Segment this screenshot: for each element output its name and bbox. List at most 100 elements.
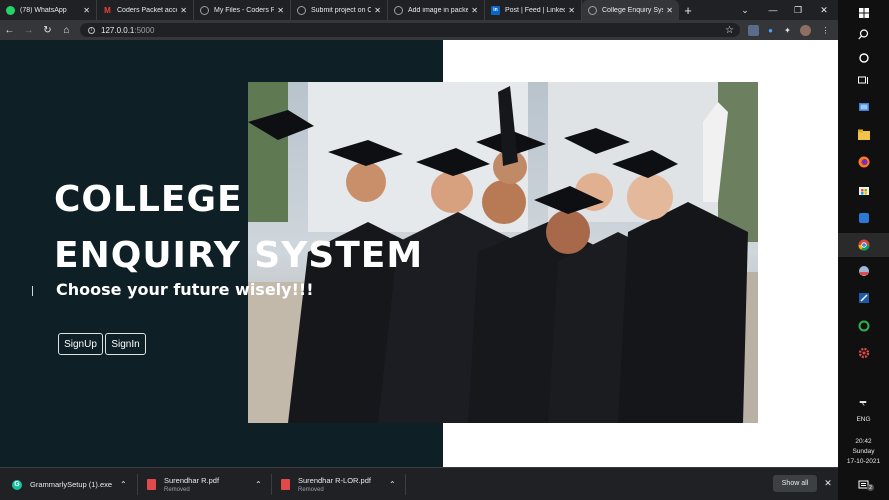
tab-submit-project[interactable]: Submit project on C ✕ — [291, 0, 388, 20]
downloads-bar: G GrammarlySetup (1).exe ⌃ Surendhar R.p… — [0, 467, 838, 500]
download-info: Surendhar R-LOR.pdf Removed — [298, 476, 371, 493]
show-all-button[interactable]: Show all — [773, 475, 817, 492]
linkedin-icon: in — [491, 5, 500, 15]
app-icon[interactable] — [838, 206, 889, 230]
clock-day[interactable]: Sunday — [838, 448, 889, 455]
url-text: 127.0.0.1:5000 — [101, 26, 154, 35]
language-indicator[interactable]: ENG — [838, 416, 889, 423]
extension-icon[interactable] — [748, 25, 759, 36]
close-window-button[interactable]: ✕ — [810, 0, 838, 20]
reload-button[interactable]: ↻ — [38, 20, 57, 40]
download-status: Removed — [164, 487, 190, 493]
url-host: 127.0.0.1 — [101, 25, 135, 35]
download-name: GrammarlySetup (1).exe — [30, 480, 113, 489]
profile-avatar[interactable] — [800, 25, 811, 36]
download-item[interactable]: G GrammarlySetup (1).exe ⌃ — [12, 468, 134, 500]
tab-title: Coders Packet acco — [117, 6, 178, 14]
signup-button[interactable]: SignUp — [58, 333, 103, 355]
close-tab-icon[interactable]: ✕ — [568, 6, 575, 15]
close-tab-icon[interactable]: ✕ — [83, 6, 90, 15]
home-button[interactable]: ⌂ — [57, 20, 76, 40]
hero-title-line-2: ENQUIRY SYSTEM — [54, 235, 424, 276]
divider — [271, 474, 272, 495]
download-info: Surendhar R.pdf Removed — [164, 476, 219, 493]
app-icon[interactable] — [838, 259, 889, 283]
hero-subtitle: Choose your future wisely!!! — [56, 280, 314, 299]
chevron-up-icon[interactable]: ⌃ — [389, 480, 396, 489]
forward-button[interactable]: → — [19, 20, 38, 40]
signin-button[interactable]: SignIn — [105, 333, 146, 355]
globe-icon — [297, 5, 306, 15]
grammarly-icon: G — [12, 479, 22, 490]
minimize-button[interactable]: — — [759, 0, 787, 20]
close-downloads-button[interactable]: ✕ — [822, 476, 834, 491]
file-manager-icon[interactable] — [838, 95, 889, 119]
tab-linkedin[interactable]: in Post | Feed | Linked ✕ — [485, 0, 582, 20]
browser-menu-icon[interactable]: ⋮ — [820, 25, 831, 36]
site-info-icon[interactable]: i — [88, 26, 95, 34]
tab-college-enquiry[interactable]: College Enquiry Sys ✕ — [582, 0, 679, 20]
address-bar[interactable]: i 127.0.0.1:5000 ☆ — [80, 23, 740, 37]
firefox-icon[interactable] — [838, 150, 889, 174]
close-tab-icon[interactable]: ✕ — [471, 6, 478, 15]
app-icon[interactable] — [838, 314, 889, 338]
notification-count: 2 — [867, 484, 874, 491]
settings-icon[interactable] — [838, 341, 889, 365]
close-tab-icon[interactable]: ✕ — [374, 6, 381, 15]
divider — [137, 474, 138, 495]
cortana-icon[interactable] — [838, 46, 889, 70]
toolbar: ← → ↻ ⌂ i 127.0.0.1:5000 ☆ — [0, 20, 838, 40]
app-icon[interactable] — [838, 286, 889, 310]
whatsapp-icon — [6, 5, 15, 15]
notification-center-icon[interactable]: 2 — [838, 474, 889, 498]
tab-title: My Files - Coders P — [214, 6, 275, 14]
globe-icon — [200, 5, 209, 15]
chevron-up-icon[interactable]: ⌃ — [120, 480, 127, 489]
tab-title: Add image in packe — [408, 6, 469, 14]
tab-add-image[interactable]: Add image in packe ✕ — [388, 0, 485, 20]
close-tab-icon[interactable]: ✕ — [277, 6, 284, 15]
tab-gmail[interactable]: M Coders Packet acco ✕ — [97, 0, 194, 20]
tab-strip: (78) WhatsApp ✕ M Coders Packet acco ✕ M… — [0, 0, 838, 20]
new-tab-button[interactable]: + — [679, 0, 697, 20]
close-tab-icon[interactable]: ✕ — [180, 6, 187, 15]
download-name: Surendhar R.pdf — [164, 476, 220, 485]
url-port: :5000 — [134, 25, 155, 35]
download-info: GrammarlySetup (1).exe — [30, 480, 112, 489]
download-status: Removed — [298, 487, 324, 493]
restore-button[interactable]: ❐ — [784, 0, 812, 20]
gmail-icon: M — [104, 5, 111, 15]
globe-icon — [588, 5, 597, 15]
back-button[interactable]: ← — [0, 20, 19, 40]
pdf-icon — [147, 479, 156, 490]
download-item[interactable]: Surendhar R.pdf Removed ⌃ — [147, 468, 267, 500]
divider — [405, 474, 406, 495]
screen: (78) WhatsApp ✕ M Coders Packet acco ✕ M… — [0, 0, 889, 500]
tab-title: (78) WhatsApp — [20, 6, 67, 14]
hero-title-line-1: COLLEGE — [54, 179, 243, 220]
tab-whatsapp[interactable]: (78) WhatsApp ✕ — [0, 0, 97, 20]
chevron-up-icon[interactable]: ⌃ — [255, 480, 262, 489]
clock-time[interactable]: 20:42 — [838, 438, 889, 445]
folder-icon[interactable] — [838, 122, 889, 146]
pdf-icon — [281, 479, 290, 490]
network-icon[interactable]: ▬ — [848, 398, 878, 405]
chrome-icon[interactable] — [838, 233, 889, 257]
close-tab-icon[interactable]: ✕ — [666, 6, 673, 15]
tab-title: Submit project on C — [311, 6, 372, 14]
store-icon[interactable] — [838, 178, 889, 202]
hero-title: COLLEGE ENQUIRY SYSTEM — [54, 172, 484, 284]
tab-my-files[interactable]: My Files - Coders P ✕ — [194, 0, 291, 20]
search-icon[interactable] — [838, 22, 889, 46]
clock-date[interactable]: 17-10-2021 — [838, 458, 889, 465]
bookmark-star-icon[interactable]: ☆ — [725, 23, 734, 37]
task-view-icon[interactable] — [838, 69, 889, 93]
tab-title: College Enquiry Sys — [602, 6, 664, 14]
drop-extension-icon[interactable]: ● — [765, 25, 776, 36]
download-name: Surendhar R-LOR.pdf — [298, 476, 371, 485]
tab-search-button[interactable]: ⌄ — [731, 0, 759, 20]
extensions-puzzle-icon[interactable]: ✦ — [782, 25, 793, 36]
download-item[interactable]: Surendhar R-LOR.pdf Removed ⌃ — [281, 468, 401, 500]
globe-icon — [394, 5, 403, 15]
text-cursor — [32, 286, 33, 296]
